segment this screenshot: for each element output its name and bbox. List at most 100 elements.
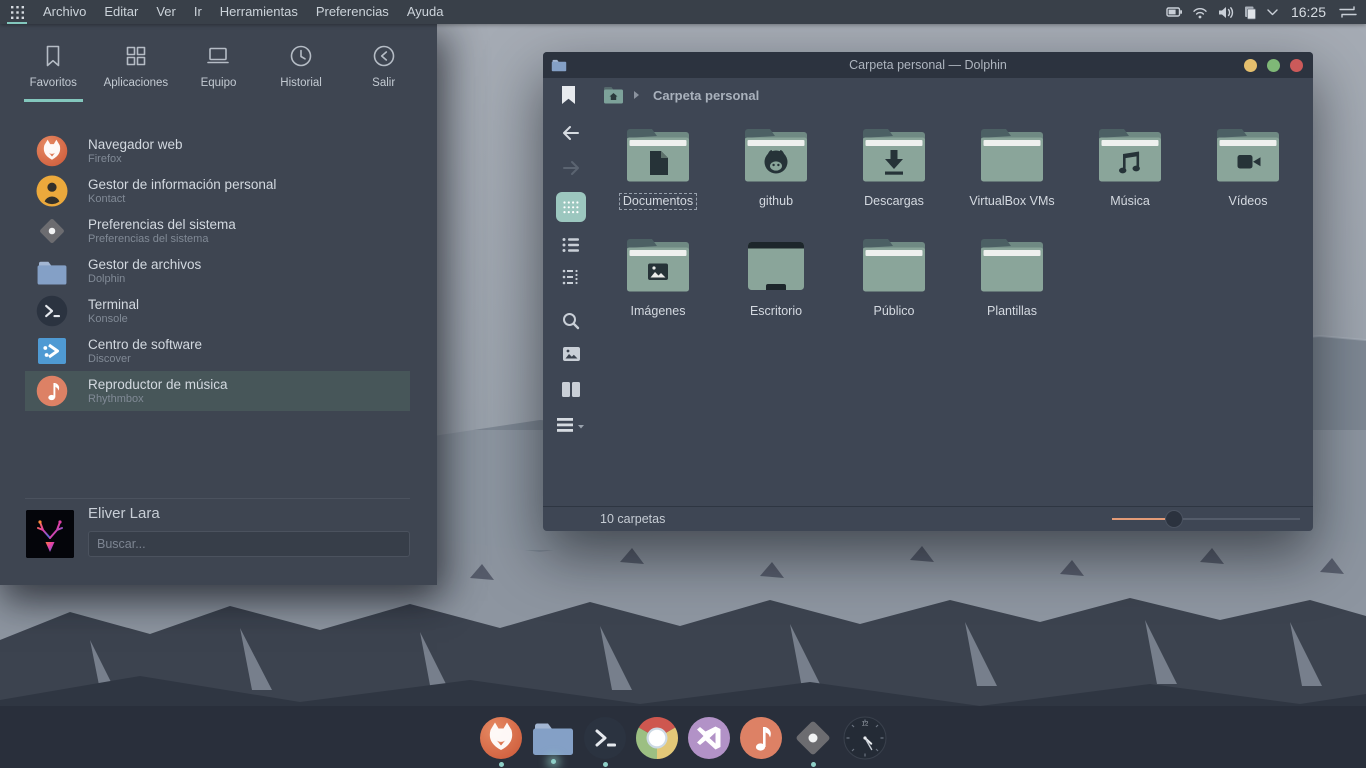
folder-label: Imágenes bbox=[627, 303, 690, 320]
tab-label: Salir bbox=[372, 77, 395, 89]
battery-icon[interactable] bbox=[1166, 4, 1183, 20]
tab-historial[interactable]: Historial bbox=[260, 36, 343, 102]
dock-file-manager[interactable] bbox=[531, 716, 575, 767]
tab-equipo[interactable]: Equipo bbox=[177, 36, 260, 102]
breadcrumb: Carpeta personal bbox=[603, 86, 759, 104]
kontact-icon bbox=[36, 175, 68, 207]
folder-label: Descargas bbox=[860, 193, 928, 210]
split-view-icon bbox=[562, 382, 580, 397]
menu-ayuda[interactable]: Ayuda bbox=[398, 0, 453, 24]
back-button[interactable] bbox=[543, 125, 599, 141]
app-subtitle: Discover bbox=[88, 353, 202, 366]
folder-musica[interactable]: Música bbox=[1071, 116, 1189, 226]
chrome-icon bbox=[635, 716, 679, 760]
icons-view-icon bbox=[563, 201, 579, 214]
menu-ver[interactable]: Ver bbox=[147, 0, 185, 24]
tab-salir[interactable]: Salir bbox=[342, 36, 425, 102]
compact-view-button[interactable] bbox=[543, 269, 599, 285]
folder-virtualbox-vms[interactable]: VirtualBox VMs bbox=[953, 116, 1071, 226]
app-title: Gestor de archivos bbox=[88, 257, 201, 273]
folder-escritorio[interactable]: Escritorio bbox=[717, 226, 835, 336]
tray-clock[interactable]: 16:25 bbox=[1291, 4, 1326, 20]
menu-herramientas[interactable]: Herramientas bbox=[211, 0, 307, 24]
forward-button[interactable] bbox=[543, 160, 599, 176]
clipboard-icon[interactable] bbox=[1243, 5, 1257, 20]
app-title: Preferencias del sistema bbox=[88, 217, 236, 233]
avatar[interactable] bbox=[26, 510, 74, 558]
dock-terminal[interactable] bbox=[583, 716, 627, 767]
folder-imagenes[interactable]: Imágenes bbox=[599, 226, 717, 336]
folder-label: Documentos bbox=[619, 193, 697, 210]
folder-plantillas[interactable]: Plantillas bbox=[953, 226, 1071, 336]
close-button[interactable] bbox=[1290, 59, 1303, 72]
zoom-slider-knob[interactable] bbox=[1165, 510, 1183, 528]
system-tray: 16:25 bbox=[1166, 4, 1366, 20]
search-input[interactable] bbox=[88, 531, 410, 557]
dock-firefox[interactable] bbox=[479, 716, 523, 767]
folder-label: github bbox=[755, 193, 797, 210]
dock-vscode[interactable] bbox=[687, 716, 731, 767]
volume-icon[interactable] bbox=[1217, 5, 1234, 20]
preview-button[interactable] bbox=[543, 347, 599, 361]
menu-archivo[interactable]: Archivo bbox=[34, 0, 95, 24]
minimize-button[interactable] bbox=[1244, 59, 1257, 72]
menu-editar[interactable]: Editar bbox=[95, 0, 147, 24]
folder-label: Plantillas bbox=[983, 303, 1041, 320]
tab-label: Aplicaciones bbox=[104, 77, 169, 89]
tab-aplicaciones[interactable]: Aplicaciones bbox=[95, 36, 178, 102]
terminal-icon bbox=[583, 716, 627, 760]
app-launcher-button[interactable] bbox=[0, 0, 34, 24]
folder-github[interactable]: github bbox=[717, 116, 835, 226]
app-subtitle: Kontact bbox=[88, 193, 276, 206]
folder-label: Música bbox=[1106, 193, 1154, 210]
dock: 12 bbox=[479, 716, 887, 767]
maximize-button[interactable] bbox=[1267, 59, 1280, 72]
wifi-icon[interactable] bbox=[1192, 5, 1208, 20]
user-name: Eliver Lara bbox=[88, 505, 160, 522]
app-rhythmbox[interactable]: Reproductor de música Rhythmbox bbox=[25, 371, 410, 411]
dock-rhythmbox[interactable] bbox=[739, 716, 783, 767]
titlebar[interactable]: Carpeta personal — Dolphin bbox=[543, 52, 1313, 78]
app-konsole[interactable]: Terminal Konsole bbox=[0, 291, 437, 331]
folder-videos[interactable]: Vídeos bbox=[1189, 116, 1307, 226]
tab-favoritos[interactable]: Favoritos bbox=[12, 36, 95, 102]
chevron-down-icon[interactable] bbox=[1266, 8, 1279, 17]
search-button[interactable] bbox=[543, 312, 599, 330]
dock-clock[interactable]: 12 bbox=[843, 716, 887, 767]
status-bar: 10 carpetas bbox=[543, 506, 1313, 531]
app-system-settings[interactable]: Preferencias del sistema Preferencias de… bbox=[0, 211, 437, 251]
analog-clock-icon: 12 bbox=[843, 716, 887, 760]
app-firefox[interactable]: Navegador web Firefox bbox=[0, 131, 437, 171]
folder-publico[interactable]: Público bbox=[835, 226, 953, 336]
icons-view-button[interactable] bbox=[556, 192, 586, 222]
menu-preferencias[interactable]: Preferencias bbox=[307, 0, 398, 24]
app-subtitle: Rhythmbox bbox=[88, 393, 228, 406]
firefox-icon bbox=[36, 135, 68, 167]
folder-label: Público bbox=[870, 303, 919, 320]
list-view-button[interactable] bbox=[543, 237, 599, 253]
menu-button[interactable] bbox=[543, 417, 599, 433]
home-folder-icon[interactable] bbox=[603, 86, 624, 104]
terminal-icon bbox=[36, 295, 68, 327]
app-title: Centro de software bbox=[88, 337, 202, 353]
hamburger-menu-icon bbox=[557, 417, 585, 433]
menu-ir[interactable]: Ir bbox=[185, 0, 211, 24]
folder-documentos[interactable]: Documentos bbox=[599, 116, 717, 226]
compact-view-icon bbox=[562, 269, 580, 285]
app-title: Navegador web bbox=[88, 137, 183, 153]
breadcrumb-location[interactable]: Carpeta personal bbox=[653, 88, 759, 103]
split-view-button[interactable] bbox=[543, 382, 599, 397]
zoom-slider-fill bbox=[1112, 518, 1165, 520]
panel-toggle-icon[interactable] bbox=[1338, 5, 1358, 19]
search-icon bbox=[562, 312, 580, 330]
dock-chrome[interactable] bbox=[635, 716, 679, 767]
breadcrumb-caret-icon bbox=[633, 90, 640, 100]
folder-icon-download bbox=[855, 124, 933, 188]
app-title: Terminal bbox=[88, 297, 139, 313]
dock-system-settings[interactable] bbox=[791, 716, 835, 767]
folder-descargas[interactable]: Descargas bbox=[835, 116, 953, 226]
zoom-slider[interactable] bbox=[1112, 518, 1300, 520]
app-dolphin[interactable]: Gestor de archivos Dolphin bbox=[0, 251, 437, 291]
app-kontact[interactable]: Gestor de información personal Kontact bbox=[0, 171, 437, 211]
app-discover[interactable]: Centro de software Discover bbox=[0, 331, 437, 371]
